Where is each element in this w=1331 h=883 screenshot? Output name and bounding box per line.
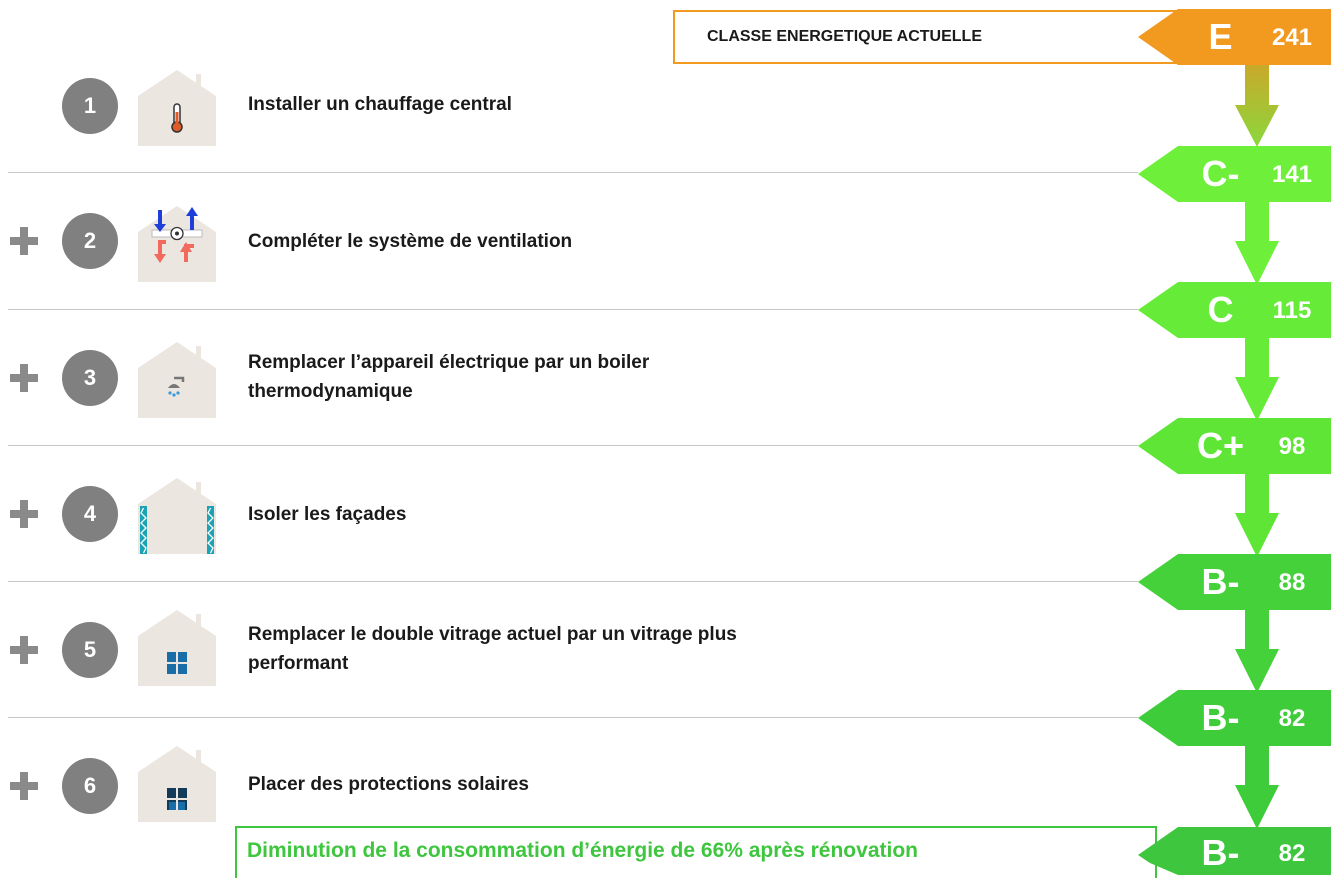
badge-value: 82	[1278, 705, 1306, 732]
arrow-down-icon	[1235, 467, 1279, 557]
final-rating-badge: B- 82	[1138, 827, 1331, 875]
badge-class: B-	[1201, 697, 1240, 738]
step-number-5: 5	[62, 622, 118, 678]
badge-class: B-	[1201, 832, 1240, 873]
plus-icon	[10, 636, 38, 664]
step-label-4: Isoler les façades	[248, 504, 407, 525]
badge-value: 88	[1278, 569, 1306, 596]
step-label-3: Remplacer l’appareil électrique par un b…	[248, 352, 650, 402]
rating-badge-2: C 115	[1138, 282, 1331, 338]
step-number-3: 3	[62, 350, 118, 406]
badge-class: C+	[1196, 425, 1245, 466]
house-illustration-4	[138, 476, 216, 554]
plus-icon	[10, 227, 38, 255]
step-number-4: 4	[62, 486, 118, 542]
current-class-label: CLASSE ENERGETIQUE ACTUELLE	[707, 28, 982, 45]
divider	[8, 309, 1138, 310]
badge-value: 98	[1278, 433, 1306, 460]
step-number-1: 1	[62, 78, 118, 134]
divider	[8, 172, 1138, 173]
rating-badge-3: C+ 98	[1138, 418, 1331, 474]
arrow-down-icon	[1235, 603, 1279, 693]
badge-class: B-	[1201, 561, 1240, 602]
rating-badge-4: B- 88	[1138, 554, 1331, 610]
house-illustration-3	[138, 340, 216, 418]
rating-badge-1: C- 141	[1138, 146, 1331, 202]
divider	[8, 581, 1138, 582]
divider	[8, 445, 1138, 446]
window-icon	[167, 652, 187, 674]
badge-value: 241	[1271, 24, 1313, 51]
house-illustration-6	[138, 744, 216, 822]
arrow-down-icon	[1235, 65, 1279, 147]
step-label-2: Compléter le système de ventilation	[248, 231, 573, 252]
badge-class: C	[1207, 289, 1234, 330]
summary-text: Diminution de la consommation d’énergie …	[247, 839, 918, 862]
step-number-6: 6	[62, 758, 118, 814]
badge-value: 115	[1272, 297, 1312, 324]
badge-class: C-	[1201, 153, 1240, 194]
badge-class: E	[1208, 16, 1233, 57]
current-class-badge: E 241	[1138, 9, 1331, 65]
arrow-down-icon	[1235, 195, 1279, 285]
arrow-down-icon	[1235, 739, 1279, 829]
step-label-1: Installer un chauffage central	[248, 94, 512, 115]
sun-shade-icon	[167, 788, 187, 810]
step-label-6: Placer des protections solaires	[248, 774, 529, 795]
plus-icon	[10, 500, 38, 528]
badge-value: 82	[1278, 840, 1306, 867]
plus-icon	[10, 772, 38, 800]
divider	[8, 717, 1138, 718]
plus-icon	[10, 364, 38, 392]
rating-badge-5: B- 82	[1138, 690, 1331, 746]
house-illustration-2	[138, 204, 216, 282]
thermometer-icon	[171, 103, 183, 133]
badge-value: 141	[1271, 161, 1313, 188]
step-number-2: 2	[62, 213, 118, 269]
step-label-5: Remplacer le double vitrage actuel par u…	[248, 624, 737, 674]
house-illustration-5	[138, 608, 216, 686]
house-illustration-1	[138, 68, 216, 146]
arrow-down-icon	[1235, 331, 1279, 421]
